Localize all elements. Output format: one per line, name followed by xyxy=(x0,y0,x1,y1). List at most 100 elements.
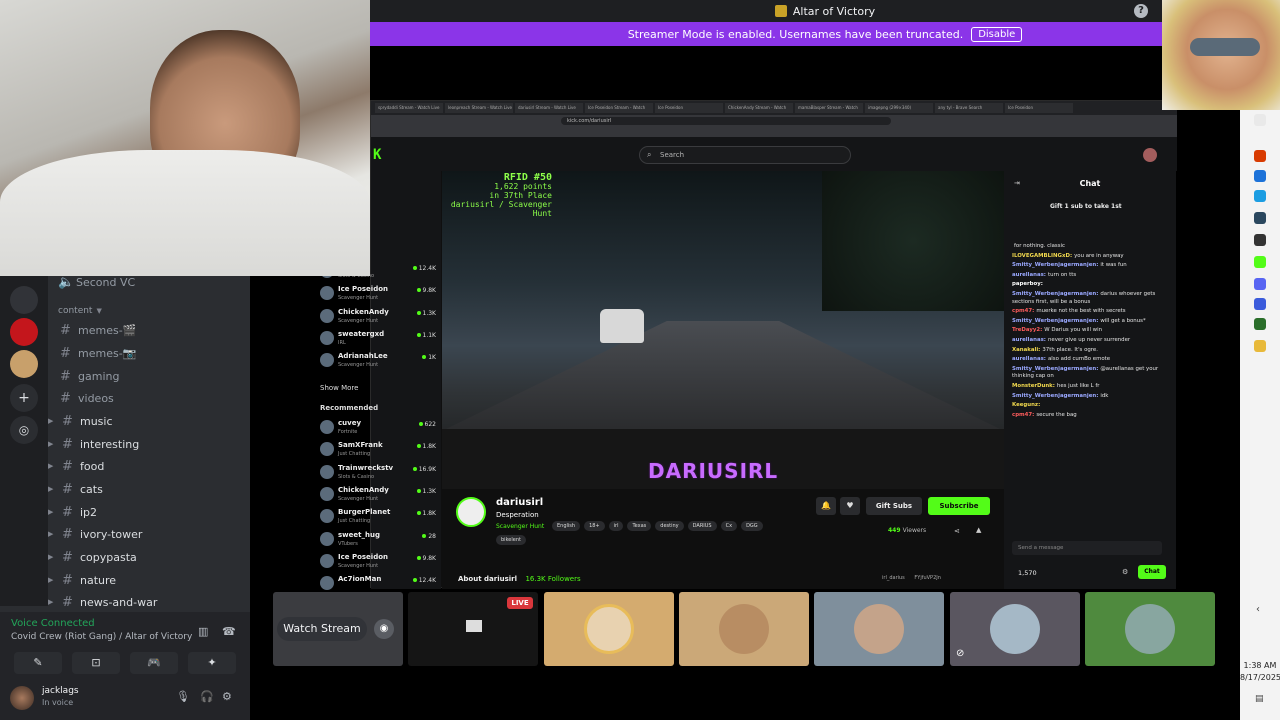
chat-settings-gear-icon[interactable]: ⚙ xyxy=(1122,568,1128,576)
stream-category[interactable]: Scavenger Hunt xyxy=(496,523,544,530)
screen-share-button[interactable]: ⊡ xyxy=(72,652,120,674)
chat-username[interactable]: TreDayy2: xyxy=(1012,327,1042,333)
taskbar-app-icon[interactable] xyxy=(1254,150,1266,162)
video-player[interactable]: RFID #50 1,622 points in 37th Place dari… xyxy=(442,171,1004,489)
tag[interactable]: Cx xyxy=(720,521,738,531)
chevron-left-icon[interactable]: ‹ xyxy=(1256,604,1260,615)
taskbar-app-icon[interactable] xyxy=(1254,114,1266,126)
mic-icon[interactable]: 🎙 xyxy=(176,690,190,703)
tag[interactable]: English xyxy=(552,521,581,531)
taskbar-app-icon[interactable] xyxy=(1254,298,1266,310)
browser-tab[interactable]: ChickenAndy Stream - Watch xyxy=(725,103,793,113)
channel-item[interactable]: # memes-🎬 xyxy=(60,320,136,340)
server-icon-coke[interactable] xyxy=(10,318,38,346)
taskbar-app-icon[interactable] xyxy=(1254,212,1266,224)
chat-username[interactable]: MonsterDunk: xyxy=(1012,383,1055,389)
browser-tab[interactable]: Ice Poseidon Stream - Watch xyxy=(585,103,653,113)
tile-participant[interactable] xyxy=(814,592,944,666)
channel-list-item[interactable]: SamXFrank Just Chatting 1.8K xyxy=(310,440,436,462)
chat-username[interactable]: aurellanas: xyxy=(1012,272,1046,278)
channel-list-item[interactable]: ChickenAndy Scavenger Hunt 1.3K xyxy=(310,307,436,329)
server-icon-dog[interactable] xyxy=(10,350,38,378)
channel-name[interactable]: dariusirl xyxy=(496,497,543,508)
tag[interactable]: bikelent xyxy=(496,535,526,545)
channel-points[interactable]: 1,570 xyxy=(1018,569,1037,577)
system-clock[interactable]: 1:38 AM 8/17/2025 xyxy=(1240,660,1280,684)
tag[interactable]: irl xyxy=(608,521,624,531)
chat-username[interactable]: Xanakali: xyxy=(1012,347,1040,353)
follow-heart-icon[interactable]: ♥ xyxy=(840,497,860,515)
browser-tab[interactable]: mamaBlasper Stream - Watch xyxy=(795,103,863,113)
chat-username[interactable]: ILOVEGAMBLINGxD: xyxy=(1012,253,1072,259)
channel-list-item[interactable]: Ice Poseidon Scavenger Hunt 9.8K xyxy=(310,284,436,306)
browser-tab[interactable]: dariusirl Stream - Watch Live xyxy=(515,103,583,113)
avatar[interactable] xyxy=(10,686,34,710)
tag[interactable]: destiny xyxy=(655,521,684,531)
channel-list-item[interactable]: Ice Poseidon Scavenger Hunt 9.8K xyxy=(310,552,436,574)
gift-subs-button[interactable]: Gift Subs xyxy=(866,497,922,515)
chat-input[interactable]: Send a message xyxy=(1012,541,1162,555)
channel-list-item[interactable]: AdrianahLee Scavenger Hunt 1K xyxy=(310,351,436,373)
tile-participant[interactable] xyxy=(1085,592,1215,666)
chat-username[interactable]: Smitty_Werbenjagermanjen: xyxy=(1012,393,1098,399)
channel-item[interactable]: ▶ # nature xyxy=(48,570,116,590)
taskbar-app-icon[interactable] xyxy=(1254,234,1266,246)
gift-banner[interactable]: Gift 1 sub to take 1st xyxy=(1050,203,1122,210)
chat-username[interactable]: cpm47: xyxy=(1012,412,1034,418)
channel-item[interactable]: ▶ # ip2 xyxy=(48,502,97,522)
video-off-button[interactable]: ✎ xyxy=(14,652,62,674)
tile-participant[interactable] xyxy=(544,592,674,666)
channel-item[interactable]: ▶ # ivory-tower xyxy=(48,524,142,544)
tile-participant[interactable] xyxy=(679,592,809,666)
help-icon[interactable]: ? xyxy=(1134,4,1148,18)
channel-item[interactable]: # gaming xyxy=(60,366,119,386)
chat-username[interactable]: aurellanas: xyxy=(1012,356,1046,362)
channel-list-item[interactable]: sweatergxd IRL 1.1K xyxy=(310,329,436,351)
browser-tab[interactable]: any tyl - Brave Search xyxy=(935,103,1003,113)
settings-gear-icon[interactable]: ⚙ xyxy=(222,690,232,703)
chat-username[interactable]: Smitty_Werbenjagermanjen: xyxy=(1012,366,1098,372)
tag[interactable]: DGG xyxy=(741,521,763,531)
channel-item[interactable]: ▶ # interesting xyxy=(48,434,139,454)
avatar[interactable] xyxy=(456,497,486,527)
watch-stream-button[interactable]: Watch Stream xyxy=(277,617,367,641)
channel-list-item[interactable]: Trainwreckstv Slots & Casino 16.9K xyxy=(310,463,436,485)
channel-list-item[interactable]: cuvey Fortnite 622 xyxy=(310,418,436,440)
signal-icon[interactable]: ▥ xyxy=(198,625,208,638)
disable-streamer-mode-button[interactable]: Disable xyxy=(971,26,1023,42)
channel-item[interactable]: # videos xyxy=(60,388,114,408)
taskbar-app-icon[interactable] xyxy=(1254,340,1266,352)
browser-tab[interactable]: Ice Poseidon xyxy=(655,103,723,113)
category-content[interactable]: content ▼ xyxy=(58,301,110,321)
channel-list-item[interactable]: BurgerPlanet Just Chatting 1.8K xyxy=(310,507,436,529)
channel-list-item[interactable]: ChickenAndy Scavenger Hunt 1.3K xyxy=(310,485,436,507)
chat-username[interactable]: Smitty_Werbenjagermanjen: xyxy=(1012,262,1098,268)
browser-tab[interactable]: Ice Poseidon xyxy=(1005,103,1073,113)
taskbar-app-icon[interactable] xyxy=(1254,190,1266,202)
soundboard-button[interactable]: ✦ xyxy=(188,652,236,674)
channel-item[interactable]: ▶ # music xyxy=(48,411,113,431)
eye-icon[interactable]: ◉ xyxy=(374,619,394,639)
channel-item[interactable]: ▶ # news-and-war xyxy=(48,592,157,612)
discover-icon[interactable]: ◎ xyxy=(10,416,38,444)
browser-tab[interactable]: sprydaddi Stream - Watch Live xyxy=(375,103,443,113)
tag[interactable]: DARIUS xyxy=(687,521,717,531)
channel-item[interactable]: ▶ # cats xyxy=(48,479,103,499)
share-icon[interactable]: ⋖ xyxy=(954,527,960,535)
chat-username[interactable]: cpm47: xyxy=(1012,308,1034,314)
disconnect-icon[interactable]: ☎ xyxy=(222,625,236,638)
tile-participant[interactable]: ⊘ xyxy=(950,592,1080,666)
chat-username[interactable]: Smitty_Werbenjagermanjen: xyxy=(1012,318,1098,324)
notification-icon[interactable]: ▤ xyxy=(1255,694,1264,704)
chat-username[interactable]: aurellanas: xyxy=(1012,337,1046,343)
tag[interactable]: 18+ xyxy=(584,521,605,531)
channel-item[interactable]: ▶ # food xyxy=(48,456,104,476)
report-icon[interactable]: ▲ xyxy=(976,526,981,534)
subscribe-button[interactable]: Subscribe xyxy=(928,497,990,515)
tag[interactable]: Texas xyxy=(627,521,652,531)
avatar[interactable] xyxy=(1143,148,1157,162)
add-server-icon[interactable]: + xyxy=(10,384,38,412)
taskbar-app-icon[interactable] xyxy=(1254,278,1266,290)
browser-tab[interactable]: leonpreach Stream - Watch Live xyxy=(445,103,513,113)
show-more-link[interactable]: Show More xyxy=(320,384,358,392)
